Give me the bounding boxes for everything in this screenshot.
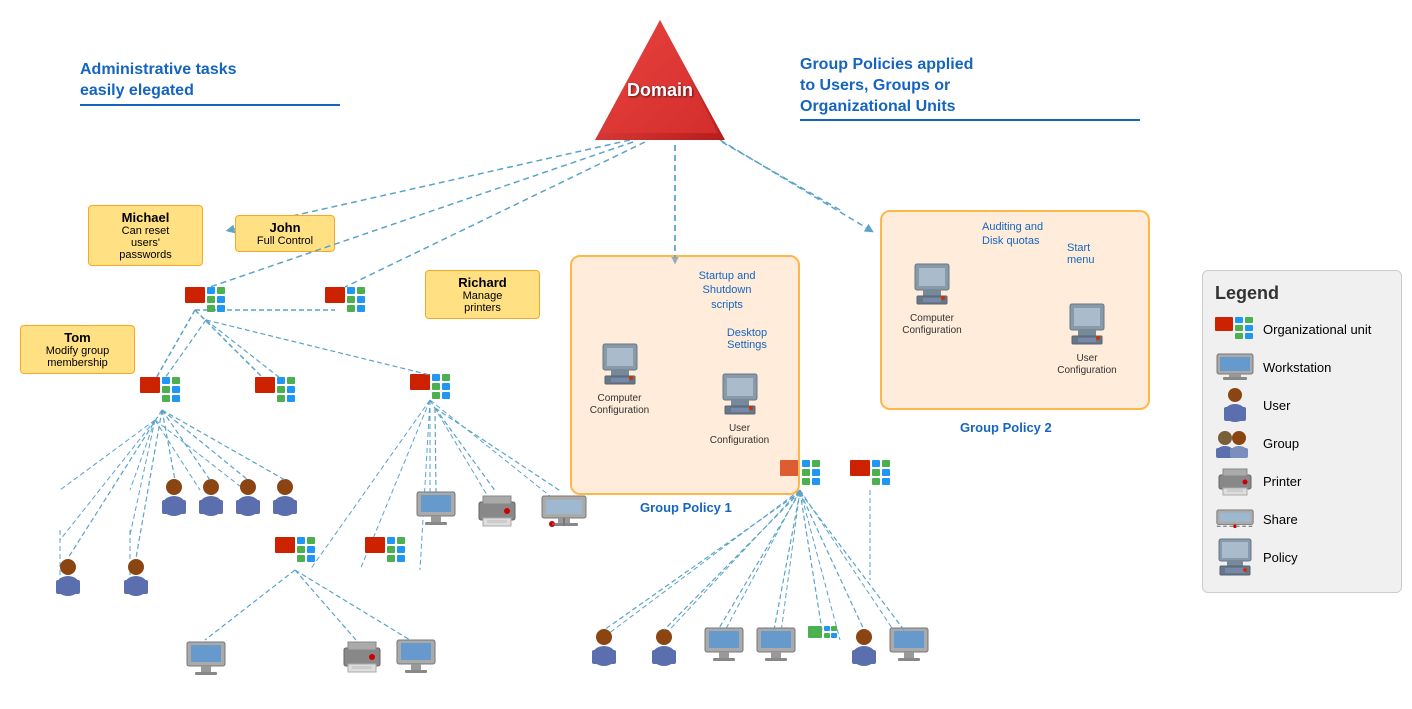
gp2-label: Group Policy 2 bbox=[960, 420, 1052, 435]
richard-box: Richard Manageprinters bbox=[425, 270, 540, 319]
computer-r3 bbox=[888, 626, 930, 669]
user-fig-3 bbox=[232, 478, 264, 521]
domain-node: Domain bbox=[590, 15, 730, 145]
user-fig-2 bbox=[195, 478, 227, 521]
legend-printer-label: Printer bbox=[1263, 474, 1301, 489]
gp2-startmenu-label: Startmenu bbox=[1067, 242, 1142, 266]
printer-2 bbox=[340, 638, 384, 679]
legend-user-label: User bbox=[1263, 398, 1290, 413]
legend-item-user: User bbox=[1215, 390, 1389, 420]
main-canvas: Administrative tasks easily elegated Gro… bbox=[0, 0, 1412, 709]
user-fig-1 bbox=[158, 478, 190, 521]
user-fig-4 bbox=[269, 478, 301, 521]
ou-icon-5 bbox=[410, 372, 452, 411]
legend-workstation-label: Workstation bbox=[1263, 360, 1331, 375]
legend-item-ou: Organizational unit bbox=[1215, 314, 1389, 344]
legend-policy-label: Policy bbox=[1263, 550, 1298, 565]
ou-icon-4 bbox=[255, 375, 297, 414]
computer-3 bbox=[395, 638, 437, 681]
computer-2 bbox=[185, 640, 227, 683]
ou-icon-3 bbox=[140, 375, 182, 414]
gp1-label: Group Policy 1 bbox=[640, 500, 732, 515]
ou-icon-1 bbox=[185, 285, 227, 324]
domain-label: Domain bbox=[627, 80, 693, 101]
user-fig-r1 bbox=[588, 628, 620, 671]
gp1-startup-label: Startup andShutdownscripts bbox=[667, 269, 787, 312]
legend-item-group: Group bbox=[1215, 428, 1389, 458]
computer-1 bbox=[415, 490, 457, 533]
legend-item-policy: Policy bbox=[1215, 542, 1389, 572]
user-fig-r2 bbox=[648, 628, 680, 671]
gp1-computer-config: ComputerConfiguration bbox=[582, 342, 657, 417]
gp1-user-config: UserConfiguration bbox=[702, 372, 777, 447]
ou-icon-9 bbox=[850, 458, 892, 497]
gp-title: Group Policies applied to Users, Groups … bbox=[800, 55, 1140, 121]
ou-icon-7 bbox=[365, 535, 407, 574]
legend-group-label: Group bbox=[1263, 436, 1299, 451]
admin-tasks-title: Administrative tasks easily elegated bbox=[80, 60, 340, 106]
gp1-desktop-label: DesktopSettings bbox=[702, 327, 792, 351]
legend-panel: Legend Organizational unit bbox=[1202, 270, 1402, 593]
legend-item-share: Share bbox=[1215, 504, 1389, 534]
printer-1 bbox=[475, 492, 519, 533]
legend-item-workstation: Workstation bbox=[1215, 352, 1389, 382]
legend-item-printer: Printer bbox=[1215, 466, 1389, 496]
legend-share-label: Share bbox=[1263, 512, 1298, 527]
legend-ou-label: Organizational unit bbox=[1263, 322, 1371, 337]
legend-title: Legend bbox=[1215, 283, 1389, 304]
share-1 bbox=[540, 492, 588, 535]
gp2-user-config: UserConfiguration bbox=[1047, 302, 1127, 377]
michael-box: Michael Can resetusers'passwords bbox=[88, 205, 203, 266]
computer-r2 bbox=[755, 626, 797, 669]
user-fig-r3 bbox=[848, 628, 880, 671]
user-fig-5 bbox=[52, 558, 84, 601]
john-box: John Full Control bbox=[235, 215, 335, 252]
ou-icon-6 bbox=[275, 535, 317, 574]
tom-box: Tom Modify groupmembership bbox=[20, 325, 135, 374]
gp2-computer-config: ComputerConfiguration bbox=[892, 262, 972, 337]
ou-icon-2 bbox=[325, 285, 367, 324]
gp1-box: ComputerConfiguration UserConfiguration … bbox=[570, 255, 800, 495]
ou-icon-r1 bbox=[808, 626, 838, 655]
computer-r1 bbox=[703, 626, 745, 669]
gp2-box: ComputerConfiguration UserConfiguration … bbox=[880, 210, 1150, 410]
user-fig-6 bbox=[120, 558, 152, 601]
